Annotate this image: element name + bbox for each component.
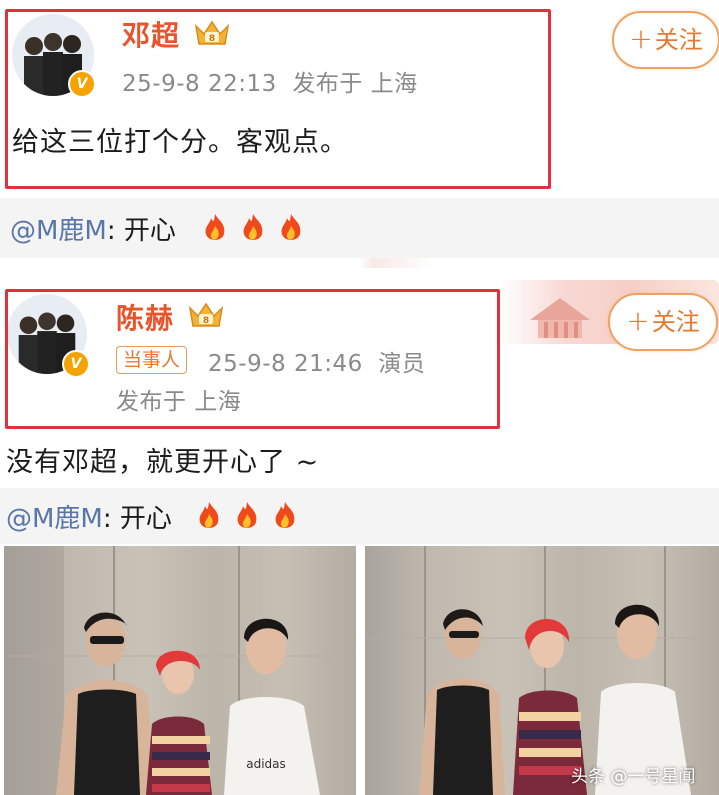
follow-label: 关注 (654, 26, 703, 54)
fire-icon (281, 214, 301, 240)
fire-icon (237, 502, 257, 528)
plus-icon: + (629, 22, 653, 55)
follow-label: 关注 (651, 308, 700, 336)
reply-text: : 开心 (102, 504, 172, 534)
watermark: 头条 @一号星闻 (571, 767, 696, 787)
post-photo-right[interactable] (365, 546, 719, 795)
fire-icon (275, 502, 295, 528)
reply-bar[interactable]: @M鹿M: 开心 (0, 488, 719, 544)
fire-icon (205, 214, 225, 240)
reply-bar[interactable]: @M鹿M: 开心 (0, 198, 719, 258)
reply-text: : 开心 (106, 216, 176, 246)
section-divider (0, 258, 719, 268)
group-photo-image: adidas (4, 546, 356, 795)
mention-link[interactable]: @M鹿M (10, 216, 107, 246)
svg-text:adidas: adidas (246, 757, 286, 771)
follow-button[interactable]: +关注 (612, 11, 719, 69)
highlight-box (5, 9, 551, 189)
group-photo-image (365, 546, 719, 795)
fire-icon (199, 502, 219, 528)
post-photo-left[interactable]: adidas (4, 546, 356, 795)
follow-button[interactable]: +关注 (608, 293, 718, 351)
fire-icon (243, 214, 263, 240)
highlight-box (5, 289, 500, 429)
plus-icon: + (626, 304, 650, 337)
mention-link[interactable]: @M鹿M (6, 504, 103, 534)
post-text: 没有邓超，就更开心了 ~ (6, 447, 320, 478)
